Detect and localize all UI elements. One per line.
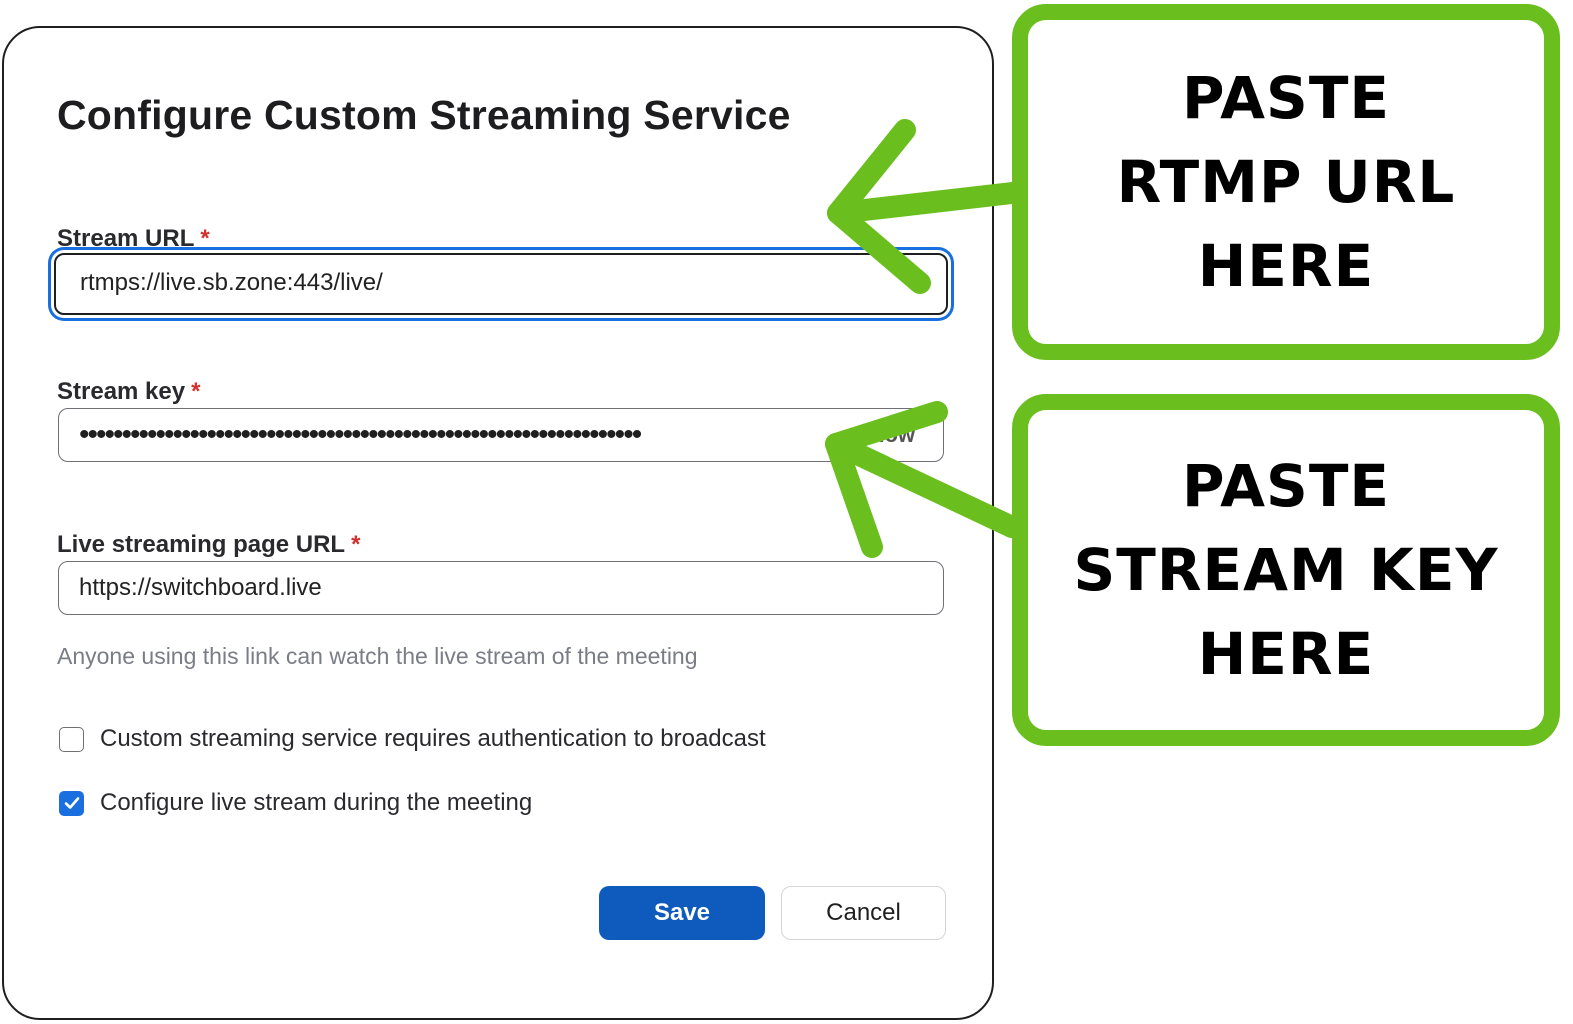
callout-rtmp-url: PASTE RTMP URL HERE	[1012, 4, 1560, 360]
stream-url-input[interactable]: rtmps://live.sb.zone:443/live/	[54, 253, 948, 315]
stream-url-label-text: Stream URL	[57, 225, 195, 252]
cancel-button[interactable]: Cancel	[781, 886, 946, 940]
callout-line: RTMP URL	[1116, 148, 1456, 216]
configure-checkbox-label: Configure live stream during the meeting	[100, 789, 533, 816]
auth-checkbox-row[interactable]: Custom streaming service requires authen…	[59, 725, 766, 753]
required-marker: *	[191, 378, 201, 405]
callout-line: STREAM KEY	[1073, 536, 1499, 604]
live-page-url-label: Live streaming page URL *	[57, 531, 360, 559]
auth-checkbox[interactable]	[59, 726, 84, 752]
callout-line: PASTE	[1181, 452, 1390, 520]
auth-checkbox-label: Custom streaming service requires authen…	[100, 725, 766, 752]
callout-stream-key: PASTE STREAM KEY HERE	[1012, 394, 1560, 746]
callout-line: PASTE	[1181, 64, 1390, 132]
callout-line: HERE	[1197, 620, 1375, 688]
configure-checkbox-row[interactable]: Configure live stream during the meeting	[59, 789, 532, 817]
checkmark-icon	[64, 797, 79, 809]
stream-key-label: Stream key *	[57, 378, 200, 406]
stream-key-input[interactable]: ••••••••••••••••••••••••••••••••••••••••…	[58, 408, 944, 462]
stream-key-label-text: Stream key	[57, 378, 186, 405]
save-button[interactable]: Save	[599, 886, 765, 940]
required-marker: *	[351, 531, 361, 558]
live-page-url-value: https://switchboard.live	[79, 574, 322, 601]
callout-line: HERE	[1197, 232, 1375, 300]
configure-streaming-dialog: Configure Custom Streaming Service Strea…	[2, 26, 994, 1020]
callout-key-text: PASTE STREAM KEY HERE	[1074, 444, 1499, 696]
live-page-url-input[interactable]: https://switchboard.live	[58, 561, 944, 615]
dialog-title: Configure Custom Streaming Service	[57, 92, 791, 138]
show-key-button[interactable]: Show	[856, 409, 915, 461]
helper-text: Anyone using this link can watch the liv…	[57, 643, 698, 669]
stream-key-value: ••••••••••••••••••••••••••••••••••••••••…	[79, 418, 642, 451]
required-marker: *	[200, 225, 210, 252]
stream-url-value: rtmps://live.sb.zone:443/live/	[80, 269, 383, 296]
callout-rtmp-text: PASTE RTMP URL HERE	[1117, 56, 1456, 308]
live-page-url-label-text: Live streaming page URL	[57, 531, 346, 558]
stream-url-label: Stream URL *	[57, 225, 210, 253]
configure-checkbox[interactable]	[59, 790, 84, 816]
